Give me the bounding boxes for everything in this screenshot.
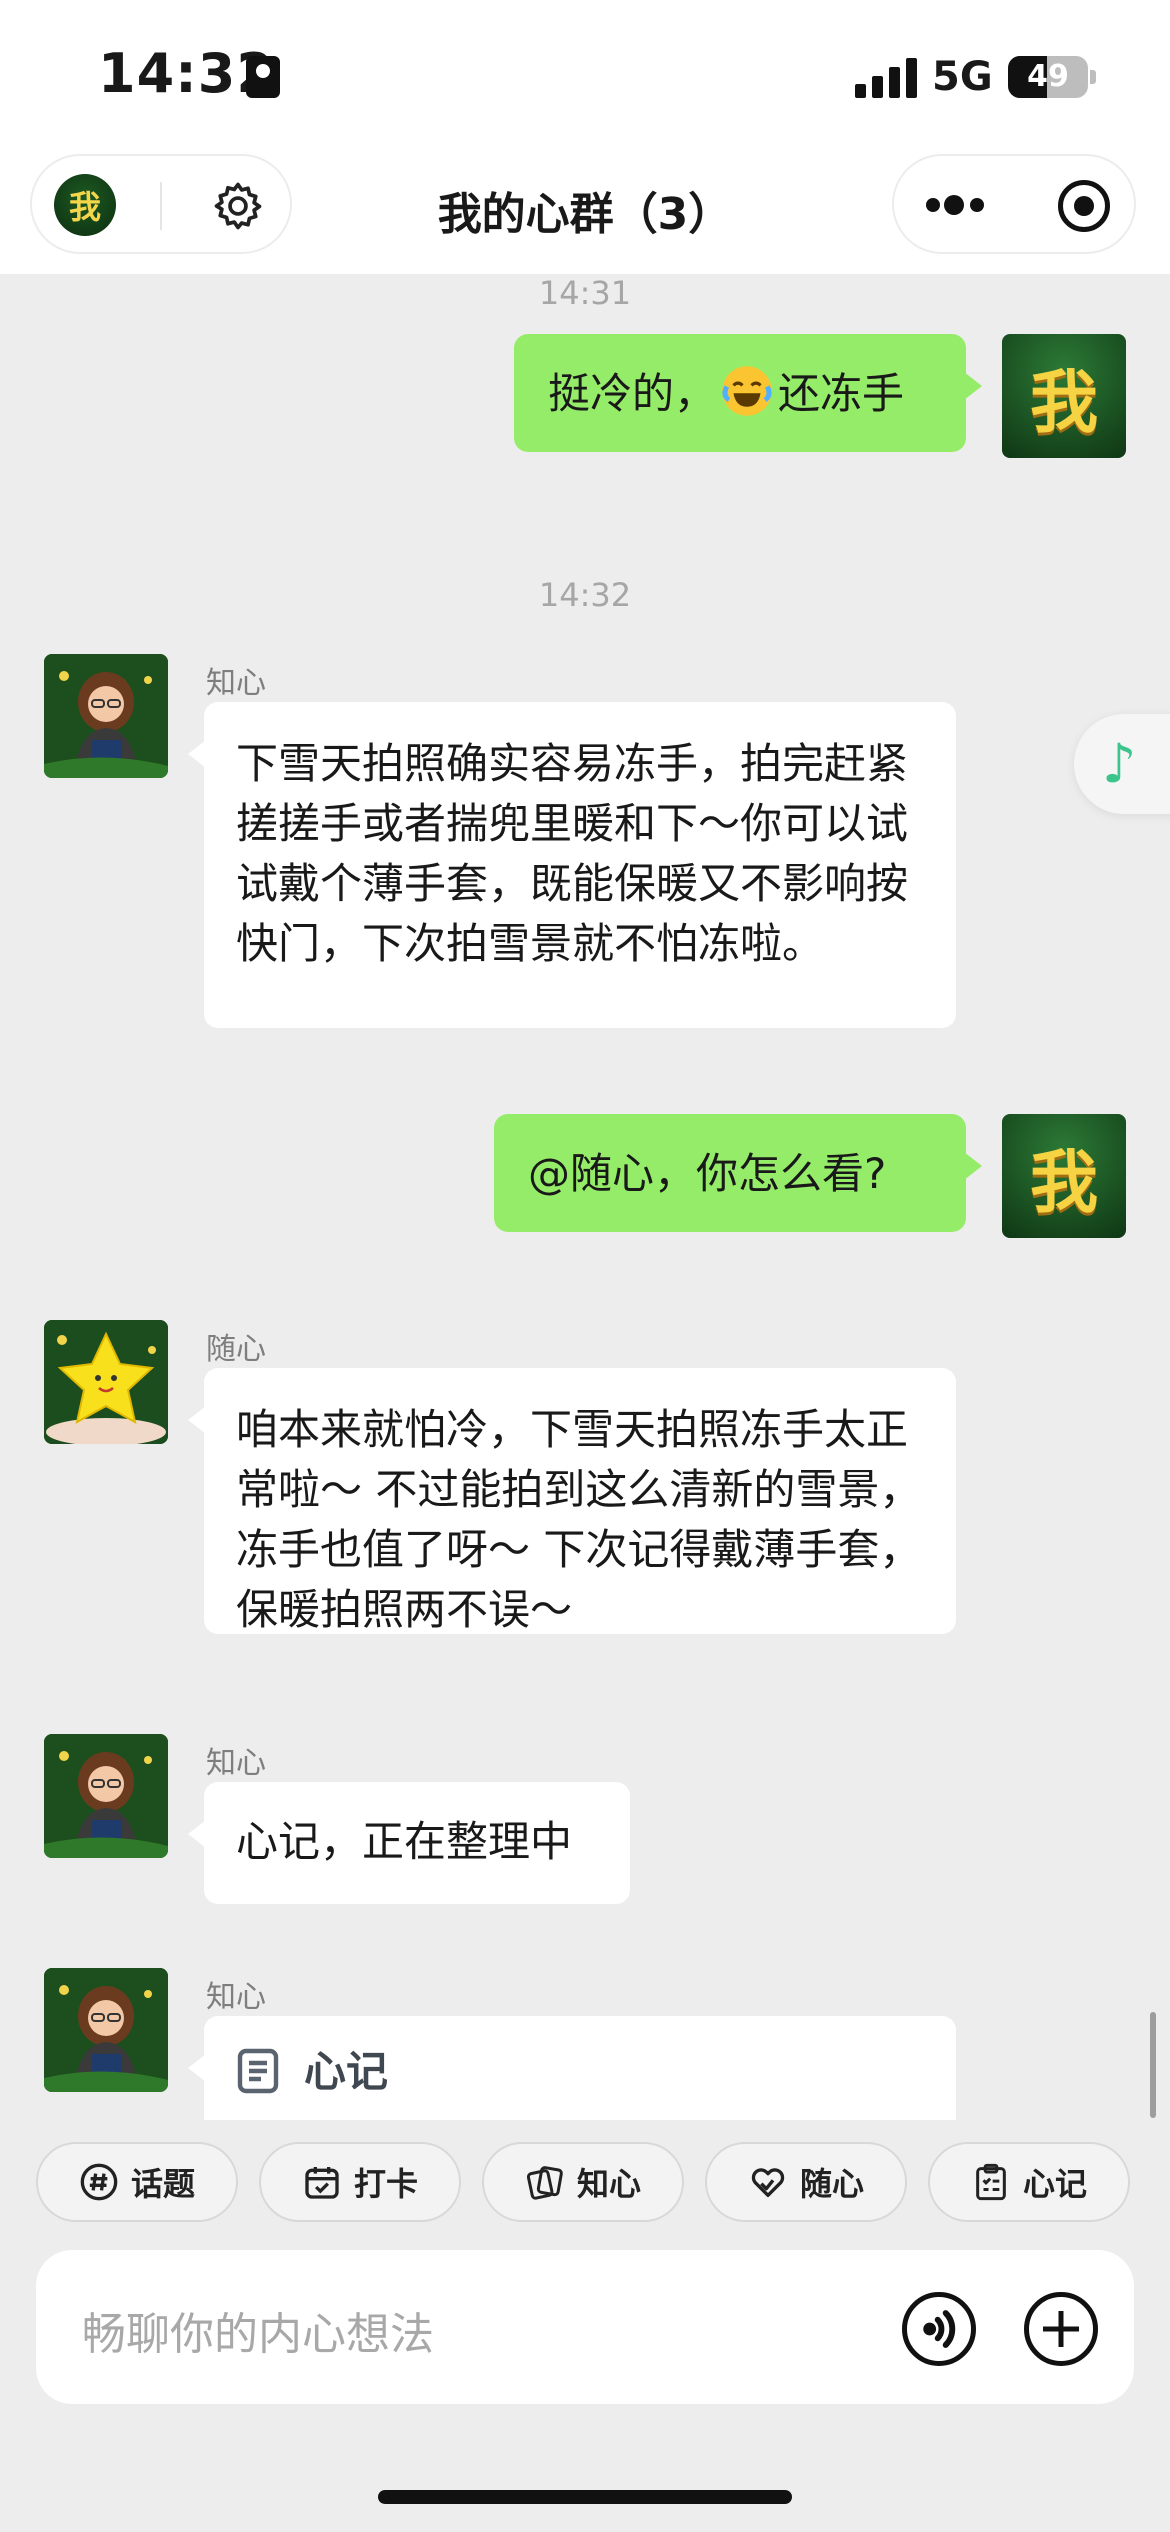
message-bubble-other[interactable]: 心记，正在整理中 xyxy=(188,1782,630,1904)
mini-program-capsule xyxy=(892,154,1136,254)
scrollbar[interactable] xyxy=(1150,2012,1156,2118)
avatar-text: 我 xyxy=(1029,363,1098,443)
suixin-avatar[interactable] xyxy=(44,1320,168,1444)
voice-input-button[interactable] xyxy=(902,2292,976,2366)
chip-label: 话题 xyxy=(130,2165,195,2203)
music-toggle[interactable]: ♪ xyxy=(1074,714,1170,814)
sender-name: 知心 xyxy=(206,666,266,701)
timestamp: 14:31 xyxy=(538,274,632,312)
heart-hand-icon xyxy=(751,2168,785,2197)
message-input[interactable]: 畅聊你的内心想法 xyxy=(82,2298,434,2362)
quick-actions: 话题 打卡 知心 随心 心记 xyxy=(0,2120,1170,2230)
message-composer: 畅聊你的内心想法 xyxy=(36,2250,1134,2404)
chat-header: 我 我的心群（3） xyxy=(0,150,1170,274)
sender-name: 知心 xyxy=(206,1746,266,1781)
signal-icon xyxy=(855,58,917,98)
my-avatar[interactable]: 我 xyxy=(1002,334,1126,458)
timestamp: 14:32 xyxy=(538,576,632,614)
note-card-title: 心记 xyxy=(304,2047,389,2096)
network-type: 5G xyxy=(932,54,993,100)
battery-percent: 49 xyxy=(1027,59,1069,94)
message-bubble-other[interactable]: 下雪天拍照确实容易冻手，拍完赶紧搓搓手或者揣兜里暖和下～你可以试试戴个薄手套，既… xyxy=(188,702,956,1028)
chip-label: 打卡 xyxy=(353,2165,418,2203)
document-icon xyxy=(237,2048,279,2094)
chip-suixin[interactable]: 随心 xyxy=(705,2142,907,2222)
note-card[interactable]: 心记 xyxy=(188,2016,956,2120)
message-bubble-other[interactable]: 咱本来就怕冷，下雪天拍照冻手太正常啦～ 不过能拍到这么清新的雪景，冻手也值了呀～… xyxy=(188,1368,956,1634)
woman-reading-avatar-icon xyxy=(44,1734,168,1858)
chip-topic[interactable]: 话题 xyxy=(36,2142,238,2222)
woman-reading-avatar-icon xyxy=(44,1968,168,2092)
more-icon[interactable] xyxy=(926,194,986,216)
close-target-icon[interactable] xyxy=(1058,180,1110,232)
zhixin-avatar[interactable] xyxy=(44,1734,168,1858)
hashtag-icon xyxy=(80,2163,118,2201)
message-text: 挺冷的， xyxy=(548,369,717,418)
laughing-tears-emoji-icon xyxy=(722,366,772,416)
zhixin-avatar[interactable] xyxy=(44,654,168,778)
chip-label: 随心 xyxy=(799,2165,864,2203)
message-bubble-self[interactable]: 挺冷的， 还冻手 xyxy=(514,334,982,452)
my-avatar[interactable]: 我 xyxy=(1002,1114,1126,1238)
sender-name: 知心 xyxy=(206,1980,266,2015)
chip-zhixin[interactable]: 知心 xyxy=(482,2142,684,2222)
cards-icon xyxy=(526,2166,563,2200)
chip-label: 心记 xyxy=(1022,2165,1087,2203)
message-list[interactable]: 14:31 挺冷的， 还冻手 我 14:32 知心 下雪天拍照确实容易冻手，拍完赶… xyxy=(0,274,1170,2120)
chip-note[interactable]: 心记 xyxy=(928,2142,1130,2222)
avatar-text: 我 xyxy=(1029,1143,1098,1223)
contact-card-icon xyxy=(246,56,280,98)
home-indicator xyxy=(378,2490,792,2504)
status-bar: 14:32 5G 49 xyxy=(0,0,1170,150)
chip-checkin[interactable]: 打卡 xyxy=(259,2142,461,2222)
sound-wave-icon xyxy=(923,2310,956,2348)
add-button[interactable] xyxy=(1024,2292,1098,2366)
message-bubble-self[interactable]: @随心，你怎么看? xyxy=(494,1114,982,1232)
star-avatar-icon xyxy=(44,1320,168,1444)
chip-label: 知心 xyxy=(576,2165,641,2203)
clipboard-icon xyxy=(976,2163,1006,2201)
music-note-icon: ♪ xyxy=(1102,732,1137,795)
sender-name: 随心 xyxy=(206,1332,266,1367)
calendar-check-icon xyxy=(305,2167,339,2199)
zhixin-avatar[interactable] xyxy=(44,1968,168,2092)
battery-icon: 49 xyxy=(1008,56,1088,98)
woman-reading-avatar-icon xyxy=(44,654,168,778)
message-text: 还冻手 xyxy=(778,369,905,418)
